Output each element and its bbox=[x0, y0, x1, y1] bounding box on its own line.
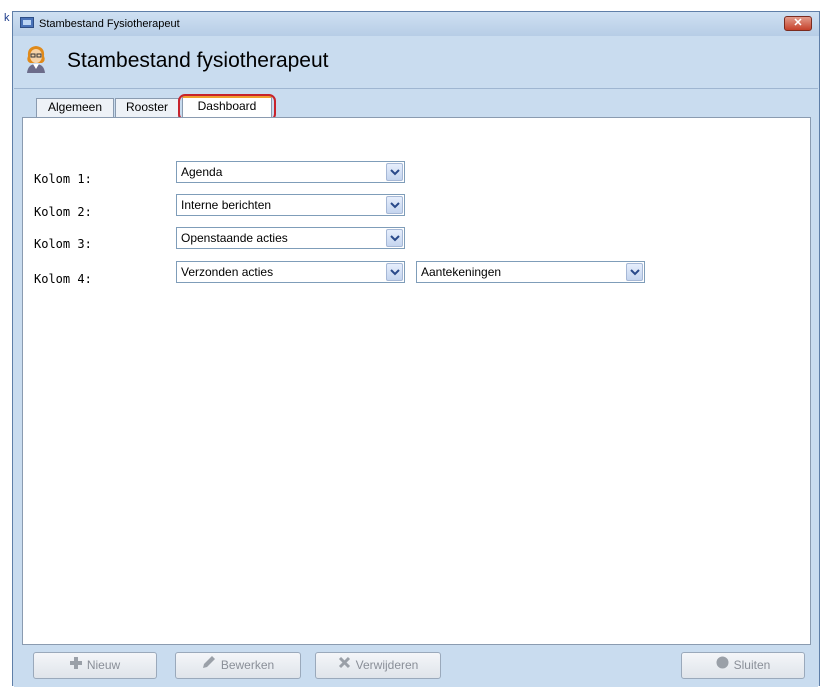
pencil-icon bbox=[202, 653, 216, 678]
close-window-button[interactable]: ✕ bbox=[784, 16, 812, 31]
kolom-2-select[interactable]: Interne berichten bbox=[176, 194, 405, 216]
close-button[interactable]: Sluiten bbox=[681, 652, 805, 679]
background-text: k bbox=[4, 12, 10, 24]
kolom-4b-value: Aantekeningen bbox=[421, 265, 502, 279]
window-app-icon bbox=[20, 17, 34, 28]
title-bar[interactable]: Stambestand Fysiotherapeut ✕ bbox=[13, 12, 819, 36]
kolom-1-value: Agenda bbox=[181, 165, 223, 179]
delete-button-label: Verwijderen bbox=[355, 658, 419, 672]
chevron-down-icon[interactable] bbox=[386, 229, 403, 247]
delete-button[interactable]: Verwijderen bbox=[315, 652, 441, 679]
plus-icon bbox=[69, 653, 82, 678]
tab-algemeen[interactable]: Algemeen bbox=[36, 98, 114, 117]
delete-x-icon bbox=[338, 653, 351, 678]
kolom-4-select[interactable]: Verzonden acties bbox=[176, 261, 405, 283]
kolom-4-value: Verzonden acties bbox=[181, 265, 274, 279]
kolom-3-value: Openstaande acties bbox=[181, 231, 288, 245]
kolom-3-label: Kolom 3: bbox=[34, 237, 92, 251]
kolom-2-label: Kolom 2: bbox=[34, 205, 92, 219]
kolom-2-value: Interne berichten bbox=[181, 198, 272, 212]
new-button-label: Nieuw bbox=[86, 658, 121, 672]
kolom-1-select[interactable]: Agenda bbox=[176, 161, 405, 183]
kolom-1-label: Kolom 1: bbox=[34, 172, 92, 186]
kolom-4b-select[interactable]: Aantekeningen bbox=[416, 261, 645, 283]
chevron-down-icon[interactable] bbox=[386, 163, 403, 181]
header: Stambestand fysiotherapeut bbox=[14, 36, 818, 88]
kolom-4-label: Kolom 4: bbox=[34, 272, 92, 286]
dashboard-panel bbox=[22, 117, 811, 645]
edit-button-label: Bewerken bbox=[220, 658, 275, 672]
close-button-label: Sluiten bbox=[733, 658, 771, 672]
dialog-window: Stambestand Fysiotherapeut ✕ Stambestand… bbox=[12, 11, 820, 687]
new-button[interactable]: Nieuw bbox=[33, 652, 157, 679]
chevron-down-icon[interactable] bbox=[626, 263, 643, 281]
kolom-3-select[interactable]: Openstaande acties bbox=[176, 227, 405, 249]
tab-dashboard[interactable]: Dashboard bbox=[182, 96, 272, 118]
tab-rooster[interactable]: Rooster bbox=[115, 98, 179, 117]
window-title: Stambestand Fysiotherapeut bbox=[39, 18, 180, 30]
chevron-down-icon[interactable] bbox=[386, 196, 403, 214]
page-title: Stambestand fysiotherapeut bbox=[67, 49, 329, 72]
circle-icon bbox=[716, 653, 729, 678]
header-divider bbox=[14, 88, 818, 89]
chevron-down-icon[interactable] bbox=[386, 263, 403, 281]
edit-button[interactable]: Bewerken bbox=[175, 652, 301, 679]
person-avatar-icon bbox=[24, 44, 48, 74]
